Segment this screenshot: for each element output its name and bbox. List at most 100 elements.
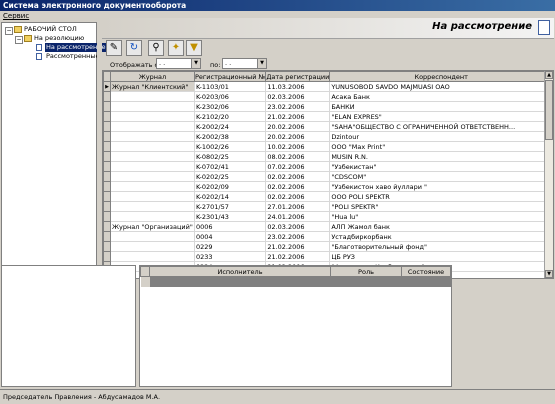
cell-correspondent: Dzintour <box>329 131 553 142</box>
cell-reg-date: 02.02.2006 <box>265 171 331 182</box>
collapse-root-icon[interactable]: − <box>5 27 13 35</box>
section-header: На рассмотрение <box>102 18 554 39</box>
column-executor[interactable]: Исполнитель <box>149 266 331 277</box>
table-row[interactable]: 0233 21.02.2006 ЦБ РУЗ <box>103 251 553 262</box>
filter-icon[interactable]: ▼ <box>186 40 202 56</box>
cell-reg-number: K-2301/43 <box>194 211 267 222</box>
table-row[interactable]: K-0802/25 08.02.2006 MUSIN R.N. <box>103 151 553 162</box>
table-row[interactable]: K-2002/38 20.02.2006 Dzintour <box>103 131 553 142</box>
chevron-down-icon[interactable]: ▼ <box>257 59 266 68</box>
cell-correspondent: БАНКИ <box>329 101 553 112</box>
window-title: Система электронного документооборота <box>3 1 187 10</box>
cell-journal <box>110 151 195 162</box>
row-indicator <box>103 211 111 222</box>
grid-vertical-scrollbar[interactable]: ▲ ▼ <box>544 71 553 278</box>
row-indicator <box>103 141 111 152</box>
cell-correspondent: MUSIN R.N. <box>329 151 553 162</box>
cell-reg-date: 20.02.2006 <box>265 131 331 142</box>
document-icon <box>36 53 42 60</box>
table-row[interactable]: K-1002/26 10.02.2006 OOO "Max Print" <box>103 141 553 152</box>
cell-journal <box>110 131 195 142</box>
column-reg-date[interactable]: Дата регистрации <box>265 71 331 82</box>
menu-service[interactable]: Сервис <box>3 12 29 20</box>
table-row[interactable]: K-0202/09 02.02.2006 "Узбекистон хаво йулл… <box>103 181 553 192</box>
row-indicator <box>103 181 111 192</box>
table-row[interactable]: K-2102/20 21.02.2006 "ELAN EXPRES" <box>103 111 553 122</box>
cell-reg-number: K-2102/20 <box>194 111 267 122</box>
cell-journal <box>110 251 195 262</box>
search-icon[interactable]: ⚲ <box>148 40 164 56</box>
tree-item-reviewed[interactable]: Рассмотренные <box>46 52 99 61</box>
table-row[interactable]: K-2701/57 27.01.2006 "POLI SPEKTR" <box>103 201 553 212</box>
cell-reg-date: 02.03.2006 <box>265 91 331 102</box>
table-row[interactable]: Журнал "Организаций" 0006 02.03.2006 АЛП Жа… <box>103 221 553 232</box>
cell-correspondent: "CDSCOM" <box>329 171 553 182</box>
cell-correspondent: "Узбекистан" <box>329 161 553 172</box>
cell-reg-date: 20.02.2006 <box>265 121 331 132</box>
column-journal[interactable]: Журнал <box>109 71 195 82</box>
cell-reg-number: K-0202/09 <box>194 181 267 192</box>
cell-journal <box>110 141 195 152</box>
table-row[interactable]: ▶ Журнал "Клиентский" K-1103/01 11.03.2006 Y… <box>103 81 553 92</box>
table-row[interactable]: 0229 21.02.2006 "Благотворительный фонд" <box>103 241 553 252</box>
cell-journal: Журнал "Организаций" <box>110 221 195 232</box>
column-role[interactable]: Роль <box>330 266 402 277</box>
scroll-thumb[interactable] <box>545 80 553 140</box>
scroll-down-icon[interactable]: ▼ <box>545 270 553 278</box>
cell-reg-date: 02.03.2006 <box>265 221 331 232</box>
cell-journal <box>110 201 195 212</box>
cell-reg-date: 07.02.2006 <box>265 161 331 172</box>
table-row[interactable]: K-0202/25 02.02.2006 "CDSCOM" <box>103 171 553 182</box>
cell-journal <box>110 121 195 132</box>
cell-journal <box>110 171 195 182</box>
cell-reg-date: 21.02.2006 <box>265 111 331 122</box>
cell-reg-date: 23.02.2006 <box>265 231 331 242</box>
cell-reg-number: 0006 <box>194 221 267 232</box>
cell-reg-number: K-2701/57 <box>194 201 267 212</box>
cell-reg-date: 02.02.2006 <box>265 191 331 202</box>
column-reg-number[interactable]: Регистрационный № <box>193 71 267 82</box>
find-icon[interactable]: ✦ <box>168 40 184 56</box>
table-row[interactable]: K-2302/06 23.02.2006 БАНКИ <box>103 101 553 112</box>
cell-correspondent: Устадбиркорбанк <box>329 231 553 242</box>
cell-reg-number: K-2302/06 <box>194 101 267 112</box>
cell-reg-date: 27.01.2006 <box>265 201 331 212</box>
cell-reg-number: K-0203/06 <box>194 91 267 102</box>
cell-journal <box>110 211 195 222</box>
table-row[interactable]: K-0203/06 02.03.2006 Асака Банк <box>103 91 553 102</box>
cell-reg-date: 21.02.2006 <box>265 251 331 262</box>
chevron-down-icon[interactable]: ▼ <box>191 59 200 68</box>
column-state[interactable]: Состояние <box>401 266 451 277</box>
table-row[interactable]: K-0702/41 07.02.2006 "Узбекистан" <box>103 161 553 172</box>
cell-reg-date: 08.02.2006 <box>265 151 331 162</box>
executor-row-empty[interactable] <box>149 276 451 287</box>
table-row[interactable]: K-2301/43 24.01.2006 "Hua lu" <box>103 211 553 222</box>
cell-journal <box>110 181 195 192</box>
cell-reg-number: K-2002/38 <box>194 131 267 142</box>
cell-correspondent: "SAHA"ОБЩЕСТВО С ОГРАНИЧЕННОЙ ОТВЕТСТВЕН… <box>329 121 553 132</box>
cell-journal <box>110 231 195 242</box>
row-indicator <box>103 221 111 232</box>
row-indicator <box>103 131 111 142</box>
filter-from-select[interactable]: . . ▼ <box>156 58 201 69</box>
collapse-group-icon[interactable]: − <box>15 36 23 44</box>
status-bar: Председатель Правления - Абдусамадов М.А… <box>0 389 555 403</box>
document-icon <box>36 44 42 51</box>
filter-to-select[interactable]: . . ▼ <box>222 58 267 69</box>
table-row[interactable]: K-0202/14 02.02.2006 OOO POLI SPEKTR <box>103 191 553 202</box>
edit-document-icon[interactable]: ✎ <box>106 40 122 56</box>
tree-root-desktop[interactable]: РАБОЧИЙ СТОЛ <box>24 25 77 34</box>
cell-reg-date: 23.02.2006 <box>265 101 331 112</box>
refresh-icon[interactable]: ↻ <box>126 40 142 56</box>
tree-group-resolution[interactable]: На резолюцию <box>34 34 84 43</box>
column-correspondent[interactable]: Корреспондент <box>329 71 553 82</box>
cell-reg-date: 11.03.2006 <box>265 81 331 92</box>
section-title: На рассмотрение <box>432 21 532 32</box>
cell-correspondent: OOO "Max Print" <box>329 141 553 152</box>
executor-row[interactable] <box>140 276 451 287</box>
resolution-folder-icon <box>24 35 32 42</box>
scroll-up-icon[interactable]: ▲ <box>545 71 553 79</box>
cell-reg-date: 24.01.2006 <box>265 211 331 222</box>
table-row[interactable]: K-2002/24 20.02.2006 "SAHA"ОБЩЕСТВО С ОГРА… <box>103 121 553 132</box>
table-row[interactable]: 0004 23.02.2006 Устадбиркорбанк <box>103 231 553 242</box>
